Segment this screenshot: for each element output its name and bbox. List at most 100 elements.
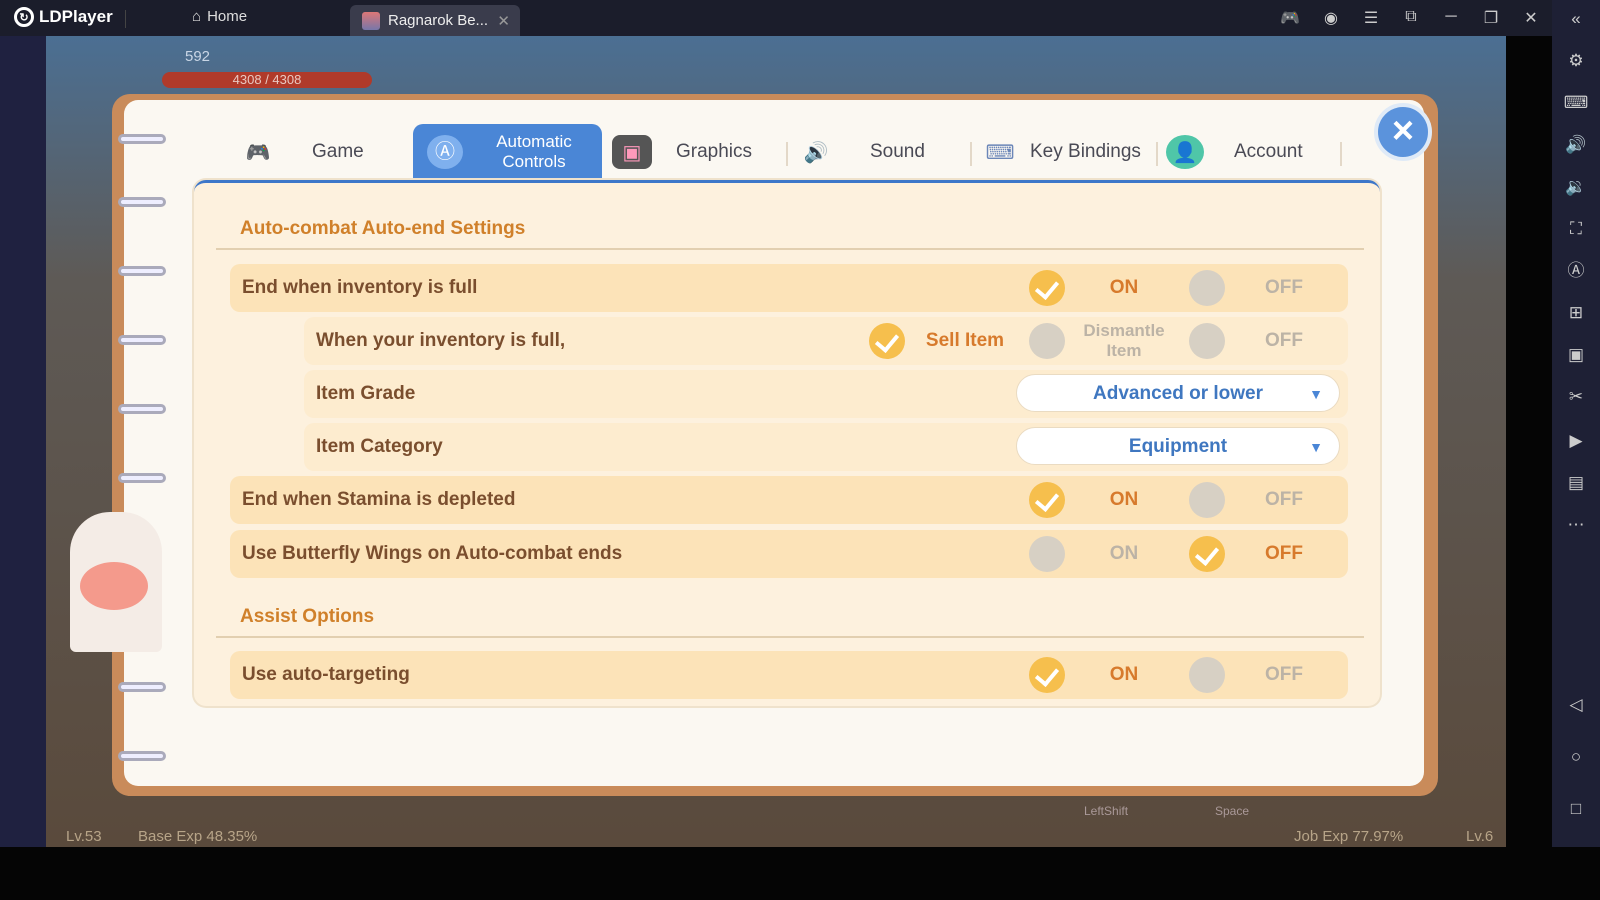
minimize-icon[interactable]: ─ xyxy=(1440,8,1462,26)
on-label[interactable]: ON xyxy=(1079,264,1169,312)
back-icon[interactable]: ◁ xyxy=(1563,692,1589,718)
setting-label: Use auto-targeting xyxy=(242,664,410,685)
exp-bar: Lv.53 Base Exp 48.35% Job Exp 77.97% Lv.… xyxy=(46,828,1506,847)
setting-row-item-grade: Item Grade Advanced or lower ▼ xyxy=(304,370,1348,418)
job-exp: Job Exp 77.97% xyxy=(1294,828,1404,845)
tab-label: Graphics xyxy=(676,141,753,162)
item-grade-dropdown[interactable]: Advanced or lower ▼ xyxy=(1016,374,1340,412)
off-label[interactable]: OFF xyxy=(1239,317,1329,365)
on-label[interactable]: ON xyxy=(1079,651,1169,699)
close-tab-icon[interactable]: ✕ xyxy=(497,12,510,30)
recent-icon[interactable]: □ xyxy=(1563,796,1589,822)
close-settings-button[interactable]: × xyxy=(1374,103,1432,161)
off-radio[interactable] xyxy=(1189,270,1225,306)
chevron-down-icon: ▼ xyxy=(1309,386,1323,402)
tab-game[interactable]: 🎮 Game xyxy=(238,124,364,180)
on-label[interactable]: ON xyxy=(1079,476,1169,524)
tab-label: Key Bindings xyxy=(1030,141,1141,162)
tab-divider xyxy=(970,142,972,166)
key-hint: Space xyxy=(1215,804,1250,818)
on-label[interactable]: ON xyxy=(1079,530,1169,578)
apk-icon[interactable]: ▣ xyxy=(1563,342,1589,368)
settings-icon[interactable]: ⚙ xyxy=(1563,48,1589,74)
off-label[interactable]: OFF xyxy=(1239,530,1329,578)
on-radio-checked[interactable] xyxy=(1029,270,1065,306)
setting-label: End when Stamina is depleted xyxy=(242,489,516,510)
off-radio-checked[interactable] xyxy=(1189,536,1225,572)
off-radio[interactable] xyxy=(1189,657,1225,693)
account-icon[interactable]: ◉ xyxy=(1320,8,1342,28)
volume-up-icon[interactable]: 🔊 xyxy=(1563,132,1589,158)
volume-down-icon[interactable]: 🔉 xyxy=(1563,174,1589,200)
off-radio[interactable] xyxy=(1189,323,1225,359)
scissors-icon[interactable]: ✂ xyxy=(1563,384,1589,410)
setting-row-stamina: End when Stamina is depleted ON OFF xyxy=(230,476,1348,524)
auto-icon[interactable]: Ⓐ xyxy=(1563,258,1589,284)
off-radio[interactable] xyxy=(1189,482,1225,518)
on-radio-checked[interactable] xyxy=(1029,657,1065,693)
tab-label: Automatic Controls xyxy=(496,132,572,171)
more-icon[interactable]: ⋯ xyxy=(1563,512,1589,538)
speaker-icon: 🔊 xyxy=(803,141,829,164)
poring-bookmark xyxy=(70,512,162,652)
sell-radio-checked[interactable] xyxy=(869,323,905,359)
ldplayer-logo-icon: ↻ xyxy=(14,7,34,27)
files-icon[interactable]: ▤ xyxy=(1563,470,1589,496)
tab-automatic-controls[interactable]: Ⓐ Automatic Controls xyxy=(413,124,602,180)
menu-icon[interactable]: ☰ xyxy=(1360,8,1382,28)
binder-ring xyxy=(118,751,166,761)
sell-item-label[interactable]: Sell Item xyxy=(920,317,1010,365)
on-radio[interactable] xyxy=(1029,536,1065,572)
binder-ring xyxy=(118,197,166,207)
collapse-icon[interactable]: « xyxy=(1563,6,1589,32)
dismantle-radio[interactable] xyxy=(1029,323,1065,359)
tab-key-bindings[interactable]: ⌨ Key Bindings xyxy=(980,124,1141,180)
restore-icon[interactable]: ❐ xyxy=(1480,8,1502,28)
setting-label: When your inventory is full, xyxy=(316,330,566,351)
combat-power: 592 xyxy=(185,48,211,65)
tab-divider xyxy=(1156,142,1158,166)
home-tab-label: Home xyxy=(207,8,248,25)
home-icon: ⌂ xyxy=(192,8,202,25)
home-tab[interactable]: ⌂ Home xyxy=(192,8,247,25)
level: Lv.53 xyxy=(66,828,102,845)
base-exp: Base Exp 48.35% xyxy=(138,828,258,845)
item-category-dropdown[interactable]: Equipment ▼ xyxy=(1016,427,1340,465)
dismantle-item-label[interactable]: Dismantle Item xyxy=(1079,321,1169,361)
tab-account[interactable]: 👤 Account xyxy=(1166,124,1303,180)
chevron-down-icon: ▼ xyxy=(1309,439,1323,455)
dropdown-value: Advanced or lower xyxy=(1093,383,1263,404)
off-label[interactable]: OFF xyxy=(1239,476,1329,524)
keyboard-icon[interactable]: ⌨ xyxy=(1563,90,1589,116)
home-nav-icon[interactable]: ○ xyxy=(1563,744,1589,770)
brand-name: LDPlayer xyxy=(39,7,113,26)
left-margin xyxy=(0,36,46,847)
section-title: Assist Options xyxy=(240,606,375,627)
tab-divider xyxy=(786,142,788,166)
off-label[interactable]: OFF xyxy=(1239,651,1329,699)
job-level: Lv.6 xyxy=(1466,828,1494,845)
gamepad-icon: 🎮 xyxy=(245,141,271,164)
off-label[interactable]: OFF xyxy=(1239,264,1329,312)
tab-label: Game xyxy=(312,141,364,162)
setting-row-auto-targeting: Use auto-targeting ON OFF xyxy=(230,651,1348,699)
binder-ring xyxy=(118,266,166,276)
setting-label: Item Grade xyxy=(316,383,416,404)
on-radio-checked[interactable] xyxy=(1029,482,1065,518)
resize-icon[interactable]: ⧉ xyxy=(1400,8,1422,26)
add-window-icon[interactable]: ⊞ xyxy=(1563,300,1589,326)
screenshot-icon[interactable]: ⛶ xyxy=(1563,216,1589,242)
hp-bar: 4308 / 4308 xyxy=(162,72,372,88)
auto-icon: Ⓐ xyxy=(427,135,463,169)
game-app-icon xyxy=(362,11,380,30)
binder-ring xyxy=(118,335,166,345)
setting-row-item-category: Item Category Equipment ▼ xyxy=(304,423,1348,471)
gamepad-icon[interactable]: 🎮 xyxy=(1279,8,1301,28)
setting-label: Item Category xyxy=(316,436,443,457)
close-icon[interactable]: ✕ xyxy=(1520,8,1542,28)
divider xyxy=(216,248,1364,250)
tab-sound[interactable]: 🔊 Sound xyxy=(796,124,925,180)
tab-graphics[interactable]: ▣ Graphics xyxy=(612,124,752,180)
game-tab[interactable]: Ragnarok Be... ✕ xyxy=(350,5,520,36)
video-icon[interactable]: ▶ xyxy=(1563,428,1589,454)
